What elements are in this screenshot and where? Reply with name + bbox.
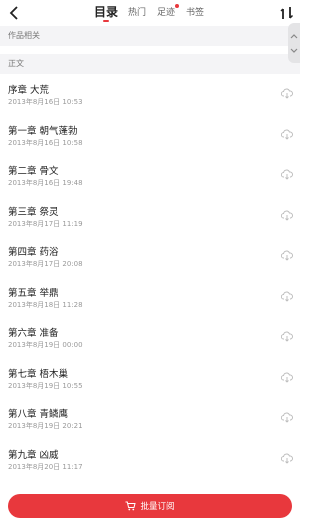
tab-bar: 目录 热门 足迹 书签: [0, 0, 300, 26]
cloud-download-icon[interactable]: [281, 453, 293, 464]
cloud-download-icon[interactable]: [281, 250, 293, 261]
sort-order-icon: [280, 7, 294, 19]
section-header-main: 正文: [0, 54, 300, 74]
chapter-date: 2013年8月16日 19:48: [8, 179, 83, 187]
chapter-title: 第一章 朝气蓬勃: [8, 125, 78, 137]
cloud-download-icon[interactable]: [281, 412, 293, 423]
tab-footprint[interactable]: 足迹: [157, 5, 175, 18]
footprint-badge-dot: [175, 4, 179, 8]
chapter-title: 第七章 梧木巢: [8, 368, 69, 380]
chapter-item[interactable]: 序章 大荒 2013年8月16日 10:53: [0, 75, 300, 115]
chapter-date: 2013年8月17日 11:19: [8, 219, 83, 228]
scroll-jump-button[interactable]: [288, 23, 300, 63]
chapter-item[interactable]: 第八章 青鳞鹰 2013年8月19日 20:21: [0, 399, 300, 439]
cart-icon: [125, 501, 137, 511]
chapter-date: 2013年8月18日 11:28: [8, 300, 83, 309]
section-header-related: 作品相关: [0, 26, 300, 46]
cloud-download-icon[interactable]: [281, 129, 293, 140]
chapter-item[interactable]: 第九章 凶威 2013年8月20日 11:17: [0, 440, 300, 480]
chapter-date: 2013年8月16日 10:58: [8, 138, 83, 147]
chevron-up-icon: [290, 33, 298, 38]
tab-catalog[interactable]: 目录: [94, 3, 118, 20]
chapter-date: 2013年8月16日 10:53: [8, 98, 83, 106]
chapter-title: 第六章 准备: [8, 328, 59, 339]
chapter-date: 2013年8月17日 20:08: [8, 260, 83, 268]
chapter-item[interactable]: 第七章 梧木巢 2013年8月19日 10:55: [0, 359, 300, 399]
cloud-download-icon[interactable]: [281, 291, 293, 302]
chapter-title: 第九章 凶威: [8, 449, 59, 461]
chapter-item[interactable]: 第一章 朝气蓬勃 2013年8月16日 10:58: [0, 116, 300, 156]
sort-button[interactable]: [280, 3, 294, 23]
chapter-date: 2013年8月20日 11:17: [8, 462, 83, 471]
bulk-subscribe-label: 批量订阅: [140, 502, 175, 512]
chapter-date: 2013年8月19日 10:55: [8, 381, 83, 390]
tab-hot[interactable]: 热门: [128, 5, 146, 18]
top-bar: 目录 热门 足迹 书签: [0, 0, 300, 26]
chapter-item[interactable]: 第二章 骨文 2013年8月16日 19:48: [0, 156, 300, 196]
cloud-download-icon[interactable]: [281, 372, 293, 383]
cloud-download-icon[interactable]: [281, 169, 293, 180]
chapter-title: 第八章 青鳞鹰: [8, 409, 69, 420]
chapter-date: 2013年8月19日 20:21: [8, 422, 83, 430]
cloud-download-icon[interactable]: [281, 88, 293, 99]
chapter-title: 第三章 祭灵: [8, 206, 59, 218]
chapter-item[interactable]: 第三章 祭灵 2013年8月17日 11:19: [0, 197, 300, 237]
chapter-item[interactable]: 第五章 举鼎 2013年8月18日 11:28: [0, 278, 300, 318]
tab-bookmarks[interactable]: 书签: [186, 5, 204, 18]
chapter-date: 2013年8月19日 00:00: [8, 341, 83, 349]
chapter-title: 序章 大荒: [8, 85, 50, 96]
chevron-down-icon: [290, 48, 298, 53]
chapter-title: 第四章 药浴: [8, 247, 59, 258]
chapter-title: 第二章 骨文: [8, 166, 59, 177]
cloud-download-icon[interactable]: [281, 331, 293, 342]
active-tab-indicator: [103, 20, 109, 22]
cloud-download-icon[interactable]: [281, 210, 293, 221]
chapter-item[interactable]: 第六章 准备 2013年8月19日 00:00: [0, 318, 300, 358]
bulk-subscribe-button[interactable]: 批量订阅: [8, 494, 292, 518]
chapter-item[interactable]: 第四章 药浴 2013年8月17日 20:08: [0, 237, 300, 277]
chapter-title: 第五章 举鼎: [8, 287, 59, 299]
